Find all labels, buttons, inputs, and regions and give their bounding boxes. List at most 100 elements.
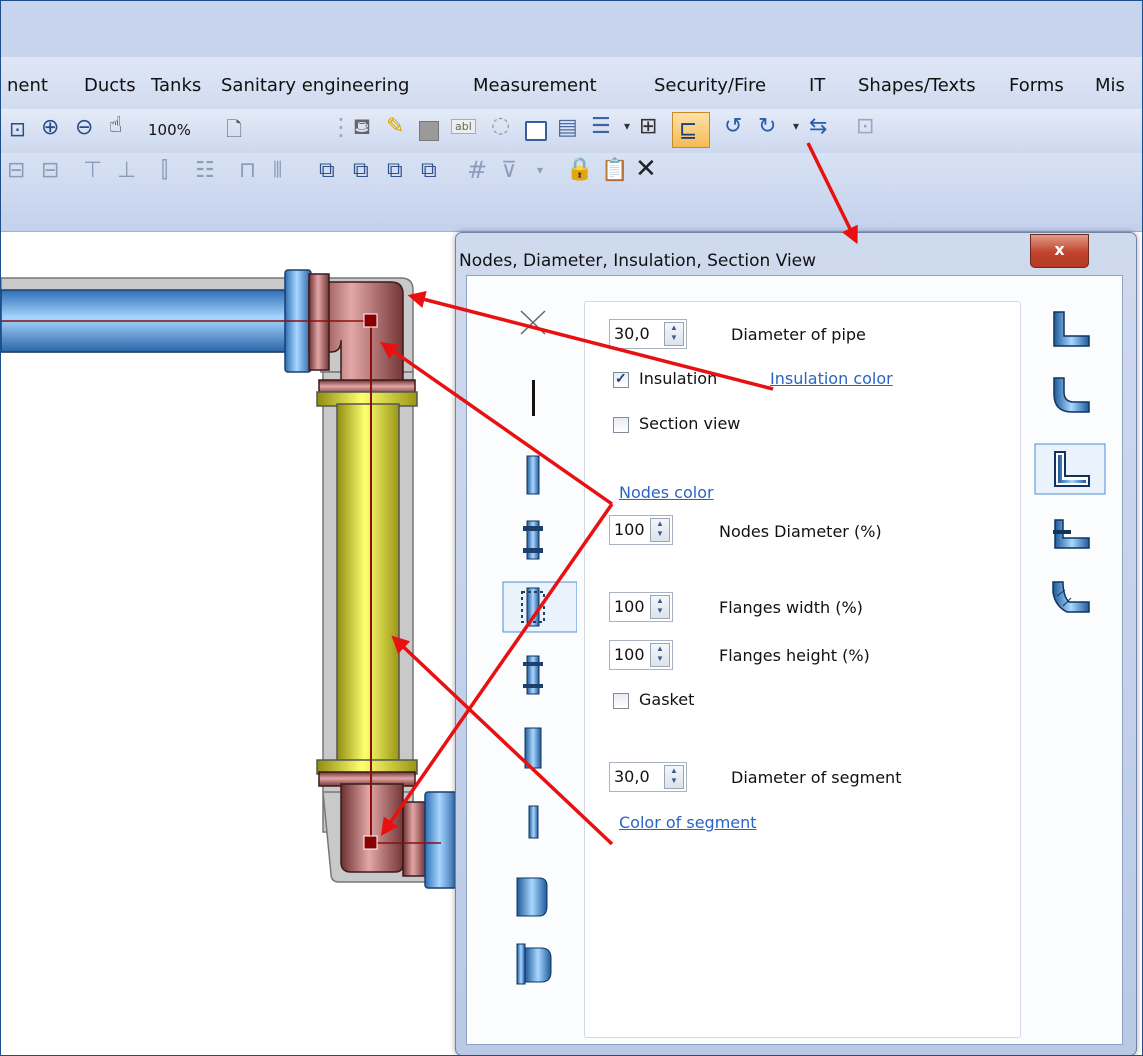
nodes-diameter-insulation-button[interactable]: ⊑: [672, 112, 710, 148]
spin-arrows-icon[interactable]: ▲ ▼: [650, 595, 670, 619]
toolbar-separator: ⋮: [329, 113, 353, 141]
menu-item-misc[interactable]: Mis: [1095, 75, 1125, 96]
zoom-out-icon[interactable]: ⊖: [75, 115, 93, 140]
rectangle-shape-icon[interactable]: [525, 121, 547, 141]
menu-item-equipment[interactable]: nent: [7, 75, 48, 96]
insulation-checkbox[interactable]: ✓: [613, 370, 629, 388]
align-bottom-icon[interactable]: ⊥: [117, 158, 136, 183]
zoom-in-icon[interactable]: ⊕: [41, 115, 59, 140]
flanges-width-stepper[interactable]: 100 ▲ ▼: [609, 592, 673, 622]
rotate-right-icon[interactable]: ↻: [758, 114, 776, 139]
menu-item-tanks[interactable]: Tanks: [151, 75, 201, 96]
line-style-dropdown-icon[interactable]: ▾: [624, 119, 630, 133]
menu-item-security-fire[interactable]: Security/Fire: [654, 75, 766, 96]
spin-arrows-icon[interactable]: ▲ ▼: [650, 518, 670, 542]
zoom-window-icon[interactable]: ⊡: [9, 117, 26, 141]
same-height-icon[interactable]: ⫴: [273, 158, 282, 183]
none-node-icon[interactable]: [520, 310, 546, 335]
align-top-icon[interactable]: ⊤: [83, 158, 102, 183]
segment-diameter-label: Diameter of segment: [731, 768, 902, 787]
rotate-dropdown-icon[interactable]: ▾: [793, 119, 799, 133]
distribute-vertical-icon[interactable]: ☷: [195, 158, 215, 183]
bring-to-front-icon[interactable]: ⧉: [387, 158, 403, 183]
insulation-label: Insulation: [639, 369, 718, 388]
nodes-diameter-stepper[interactable]: 100 ▲ ▼: [609, 515, 673, 545]
grid-icon[interactable]: #: [467, 156, 487, 184]
line-node-icon[interactable]: [532, 380, 535, 416]
menu-item-ducts[interactable]: Ducts: [84, 75, 136, 96]
menu-bar: nent Ducts Tanks Sanitary engineering Me…: [1, 57, 1142, 116]
double-flange-node-icon[interactable]: [523, 655, 543, 695]
insulation-color-link[interactable]: Insulation color: [770, 369, 893, 388]
dialog-close-button[interactable]: x: [1030, 234, 1089, 268]
flange-node-icon[interactable]: [523, 520, 543, 560]
callout-icon[interactable]: ◌: [491, 113, 510, 138]
pan-hand-icon[interactable]: ☝: [109, 113, 122, 138]
flanges-width-label: Flanges width (%): [719, 598, 863, 617]
spin-arrows-icon[interactable]: ▲ ▼: [664, 322, 684, 346]
align-right-icon[interactable]: ⊟: [41, 158, 59, 183]
snap-icon[interactable]: ⊽: [501, 158, 517, 183]
delete-icon[interactable]: ✕: [635, 154, 657, 184]
same-width-icon[interactable]: ⊓: [239, 158, 256, 183]
paste-icon[interactable]: 📋: [601, 158, 628, 183]
distribute-horizontal-icon[interactable]: ⫿: [161, 158, 168, 183]
line-color-pen-icon[interactable]: ✎: [386, 114, 404, 139]
segment-diameter-stepper[interactable]: 30,0 ▲ ▼: [609, 762, 687, 792]
section-view-checkbox[interactable]: [613, 417, 629, 433]
gasket-checkbox[interactable]: [613, 693, 629, 709]
flip-icon[interactable]: ⇆: [809, 114, 827, 139]
zoom-100-button[interactable]: 100%: [148, 121, 191, 139]
flanged-end-cap-node-icon[interactable]: [516, 943, 552, 985]
menu-item-measurement[interactable]: Measurement: [473, 75, 597, 96]
rotate-left-icon[interactable]: ↺: [724, 114, 742, 139]
lock-icon[interactable]: 🔒: [566, 157, 593, 182]
sleeve-node-icon[interactable]: [524, 727, 542, 769]
align-left-icon[interactable]: ⊟: [7, 158, 25, 183]
send-backward-icon[interactable]: ⧉: [353, 158, 369, 183]
bottom-flange-blue: [424, 791, 458, 889]
group-icon[interactable]: ⊡: [856, 114, 874, 139]
pipe-diameter-stepper[interactable]: 30,0 ▲ ▼: [609, 319, 687, 349]
node-top: [363, 313, 378, 328]
segment-color-link[interactable]: Color of segment: [619, 813, 757, 832]
snap-dropdown-icon[interactable]: ▾: [537, 163, 543, 177]
thin-sleeve-node-icon[interactable]: [528, 805, 539, 839]
plain-node-icon[interactable]: [526, 455, 540, 495]
menu-item-sanitary-engineering[interactable]: Sanitary engineering: [221, 75, 409, 96]
bottom-elbow-flange: [402, 801, 426, 877]
top-elbow-flange: [308, 273, 330, 371]
segmented-elbow-icon[interactable]: [1052, 581, 1090, 613]
gasket-label: Gasket: [639, 690, 695, 709]
end-cap-node-icon[interactable]: [516, 877, 548, 917]
line-style-icon[interactable]: ☰: [591, 114, 611, 139]
nodes-diameter-label: Nodes Diameter (%): [719, 522, 882, 541]
nodes-diameter-dialog: Nodes, Diameter, Insulation, Section Vie…: [455, 232, 1137, 1055]
node-bottom: [363, 835, 378, 850]
flanges-height-stepper[interactable]: 100 ▲ ▼: [609, 640, 673, 670]
options-panel: 30,0 ▲ ▼ Diameter of pipe ✓ Insulation In…: [584, 301, 1021, 1038]
nodes-diameter-value: 100: [614, 520, 645, 539]
send-to-back-icon[interactable]: ⧉: [421, 158, 437, 183]
round-elbow-icon[interactable]: [1053, 377, 1090, 413]
flanges-height-label: Flanges height (%): [719, 646, 870, 665]
section-view-label: Section view: [639, 414, 741, 433]
bring-forward-icon[interactable]: ⧉: [319, 158, 335, 183]
dialog-title: Nodes, Diameter, Insulation, Section Vie…: [459, 251, 817, 271]
text-field-icon[interactable]: abl: [451, 119, 476, 134]
fill-bucket-icon[interactable]: ⛾: [353, 115, 371, 143]
square-elbow-icon[interactable]: [1053, 311, 1090, 347]
elbow-style-list: [1034, 311, 1106, 613]
shadow-color-icon[interactable]: [419, 121, 439, 141]
page-icon[interactable]: 🗋: [226, 115, 242, 149]
spin-arrows-icon[interactable]: ▲ ▼: [650, 643, 670, 667]
menu-item-it[interactable]: IT: [809, 75, 825, 96]
pipe-connector-icon[interactable]: ⊞: [639, 114, 657, 139]
flanged-elbow-icon[interactable]: [1053, 519, 1090, 549]
nodes-color-link[interactable]: Nodes color: [619, 483, 714, 502]
screenshot-frame: nent Ducts Tanks Sanitary engineering Me…: [0, 0, 1143, 1056]
properties-icon[interactable]: ▤: [557, 115, 578, 140]
spin-arrows-icon[interactable]: ▲ ▼: [664, 765, 684, 789]
menu-item-forms[interactable]: Forms: [1009, 75, 1064, 96]
menu-item-shapes-texts[interactable]: Shapes/Texts: [858, 75, 976, 96]
